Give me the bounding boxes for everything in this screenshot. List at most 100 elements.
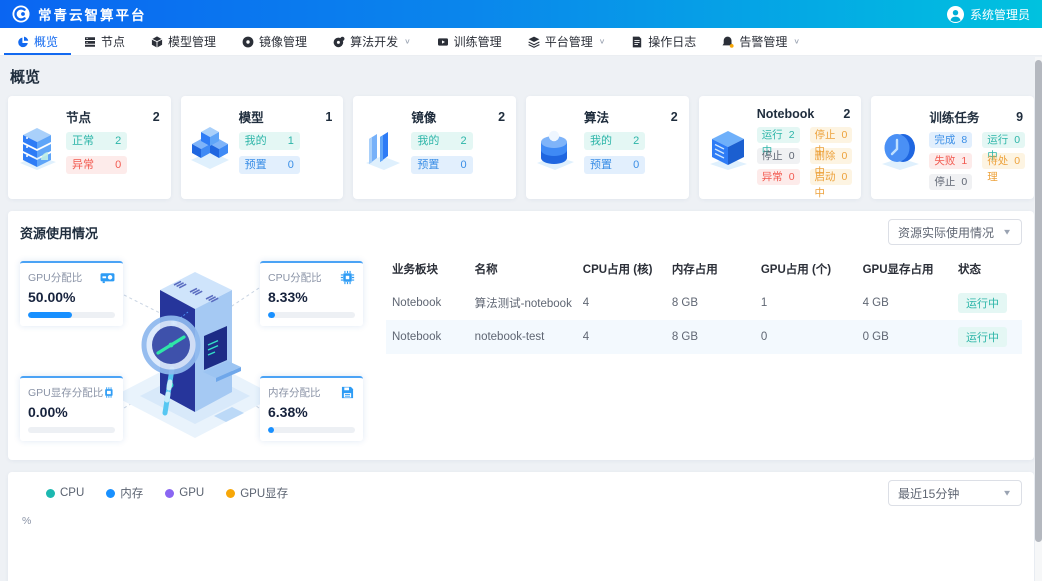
card-count: 2 bbox=[671, 110, 678, 124]
chart-legend: CPU 内存 GPU GPU显存 bbox=[46, 485, 288, 501]
status-badge: 我的2 bbox=[411, 132, 472, 150]
model-cubes-icon bbox=[187, 105, 233, 190]
stat-card-training-tasks: 训练任务 9 完成8 失败1 停止0 运行中0 待处理0 bbox=[871, 96, 1034, 199]
cell-gpu: 0 bbox=[755, 320, 857, 354]
status-badge: 运行中0 bbox=[982, 132, 1025, 148]
nav-label: 节点 bbox=[101, 33, 125, 50]
platform-layers-icon bbox=[528, 36, 540, 48]
cell-name: 算法测试-notebook bbox=[469, 286, 577, 320]
status-badge: 我的2 bbox=[584, 132, 645, 150]
stat-card-algorithms: 算法 2 我的2 预置0 bbox=[526, 96, 689, 199]
nav-item-overview[interactable]: 概览 bbox=[4, 28, 71, 55]
col-header: GPU显存占用 bbox=[857, 252, 952, 286]
table-row: Notebook 算法测试-notebook 4 8 GB 1 4 GB 运行中 bbox=[386, 286, 1022, 320]
progress-bar bbox=[268, 312, 355, 318]
metric-value: 8.33% bbox=[268, 289, 355, 305]
col-header: 业务板块 bbox=[386, 252, 469, 286]
metric-card-cpu-allocation: CPU分配比 8.33% bbox=[260, 261, 363, 326]
metric-label: GPU显存分配比 bbox=[28, 385, 103, 400]
metric-value: 50.00% bbox=[28, 289, 115, 305]
progress-bar bbox=[268, 427, 355, 433]
status-badge: 运行中 bbox=[958, 293, 1007, 313]
metric-value: 6.38% bbox=[268, 404, 355, 420]
nav-label: 告警管理 bbox=[739, 33, 787, 50]
status-badge: 预置0 bbox=[239, 156, 300, 174]
legend-item-gpu[interactable]: GPU bbox=[165, 487, 204, 499]
user-menu[interactable]: 系统管理员 bbox=[947, 6, 1030, 23]
alert-bell-icon bbox=[722, 36, 734, 48]
legend-item-cpu[interactable]: CPU bbox=[46, 487, 84, 499]
progress-fill bbox=[268, 312, 275, 318]
resource-illustration-zone: GPU分配比 50.00% CPU分配比 bbox=[20, 250, 372, 448]
time-range-select[interactable]: 最近15分钟 ▼ bbox=[888, 480, 1022, 506]
nav-label: 训练管理 bbox=[454, 33, 502, 50]
memory-disk-icon bbox=[340, 385, 355, 400]
cell-gpu-memory: 4 GB bbox=[857, 286, 952, 320]
legend-label: 内存 bbox=[120, 485, 143, 501]
y-axis-unit: % bbox=[22, 515, 1022, 527]
card-title: Notebook bbox=[757, 107, 815, 121]
col-header: GPU占用 (个) bbox=[755, 252, 857, 286]
nodes-grid-icon bbox=[84, 36, 96, 48]
cell-gpu-memory: 0 GB bbox=[857, 320, 952, 354]
nav-item-image-management[interactable]: 镜像管理 bbox=[229, 28, 320, 55]
image-disc-icon bbox=[242, 36, 254, 48]
table-row: Notebook notebook-test 4 8 GB 0 0 GB 运行中 bbox=[386, 320, 1022, 354]
logs-document-icon bbox=[631, 36, 643, 48]
stat-card-notebook: Notebook 2 运行中2 停止0 异常0 停止中0 删除中0 启动中0 bbox=[699, 96, 862, 199]
card-title: 模型 bbox=[239, 107, 264, 126]
nav-item-platform-management[interactable]: 平台管理 ∨ bbox=[515, 28, 619, 55]
nav-label: 算法开发 bbox=[350, 33, 398, 50]
algorithm-stack-icon bbox=[532, 105, 578, 190]
vram-chip-icon bbox=[103, 385, 115, 400]
nav-label: 模型管理 bbox=[168, 33, 216, 50]
vertical-scrollbar bbox=[1035, 57, 1042, 581]
col-header: 状态 bbox=[952, 252, 1022, 286]
resource-usage-panel: 资源使用情况 资源实际使用情况 ▼ bbox=[8, 211, 1034, 460]
legend-dot bbox=[165, 489, 174, 498]
card-count: 9 bbox=[1016, 110, 1023, 124]
metric-value: 0.00% bbox=[28, 404, 115, 420]
model-cube-icon bbox=[151, 36, 163, 48]
progress-bar bbox=[28, 312, 115, 318]
app-logo-icon bbox=[12, 5, 30, 23]
page-title: 概览 bbox=[10, 66, 1032, 87]
nav-item-training-management[interactable]: 训练管理 bbox=[424, 28, 515, 55]
nav-label: 概览 bbox=[34, 33, 58, 50]
legend-label: CPU bbox=[60, 487, 84, 499]
resource-mode-select[interactable]: 资源实际使用情况 ▼ bbox=[888, 219, 1022, 245]
nav-label: 平台管理 bbox=[545, 33, 593, 50]
nav-item-model-management[interactable]: 模型管理 bbox=[138, 28, 229, 55]
chevron-down-icon: ∨ bbox=[793, 37, 800, 46]
algorithm-icon bbox=[333, 36, 345, 48]
nav-item-operation-logs[interactable]: 操作日志 bbox=[618, 28, 709, 55]
legend-item-gpu-memory[interactable]: GPU显存 bbox=[226, 485, 288, 501]
usage-chart-panel: CPU 内存 GPU GPU显存 最近15分钟 ▼ % bbox=[8, 472, 1034, 581]
progress-bar bbox=[28, 427, 115, 433]
status-badge: 失败1 bbox=[929, 153, 972, 169]
cpu-chip-icon bbox=[340, 270, 355, 285]
nav-label: 镜像管理 bbox=[259, 33, 307, 50]
user-name: 系统管理员 bbox=[970, 6, 1030, 23]
cell-name: notebook-test bbox=[469, 320, 577, 354]
cell-memory: 8 GB bbox=[666, 286, 755, 320]
status-badge: 异常0 bbox=[66, 156, 127, 174]
notebook-cube-icon bbox=[705, 105, 751, 190]
stat-card-images: 镜像 2 我的2 预置0 bbox=[353, 96, 516, 199]
scrollbar-thumb[interactable] bbox=[1035, 60, 1042, 542]
chart-canvas-area bbox=[20, 527, 1022, 581]
card-title: 节点 bbox=[66, 107, 91, 126]
chevron-down-icon: ∨ bbox=[404, 37, 411, 46]
nav-item-algorithm-dev[interactable]: 算法开发 ∨ bbox=[320, 28, 424, 55]
nav-item-nodes[interactable]: 节点 bbox=[71, 28, 138, 55]
card-title: 镜像 bbox=[411, 107, 436, 126]
status-badge: 删除中0 bbox=[810, 148, 853, 164]
legend-dot bbox=[46, 489, 55, 498]
metric-card-memory-allocation: 内存分配比 6.38% bbox=[260, 376, 363, 441]
legend-item-memory[interactable]: 内存 bbox=[106, 485, 143, 501]
nav-item-alert-management[interactable]: 告警管理 ∨ bbox=[709, 28, 813, 55]
status-badge: 预置0 bbox=[584, 156, 645, 174]
training-icon bbox=[437, 36, 449, 48]
cell-memory: 8 GB bbox=[666, 320, 755, 354]
select-value: 资源实际使用情况 bbox=[898, 224, 994, 241]
